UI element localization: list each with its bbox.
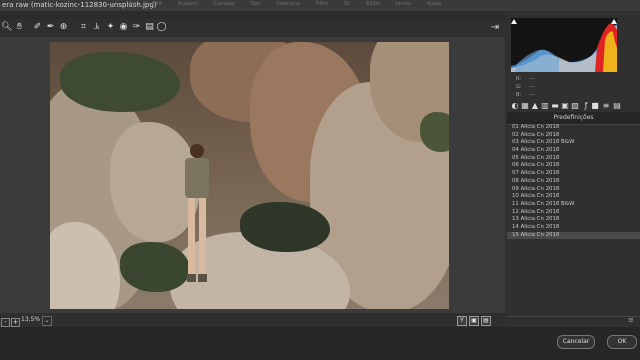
before-after-y-button[interactable]: Y xyxy=(457,316,467,326)
white-balance-icon[interactable]: ✐ xyxy=(32,22,43,33)
tone-curve-tab-icon[interactable]: ▦ xyxy=(521,102,529,110)
preset-item[interactable]: 02 Alicia Cn 2018 xyxy=(507,132,640,140)
basic-tab-icon[interactable]: ◐ xyxy=(511,102,519,110)
ok-button[interactable]: OK xyxy=(607,335,637,349)
camera-calibration-tab-icon[interactable]: ■ xyxy=(591,102,599,110)
panel-tabs: ◐ ▦ ▲ ▥ ▬ ▣ ▧ ƒ ■ ≡ ▤ xyxy=(509,101,637,112)
graduated-filter-icon[interactable]: ▤ xyxy=(144,22,155,33)
preset-list: 01 Alicia Cn 2018 02 Alicia Cn 2018 03 A… xyxy=(507,124,640,240)
preset-item[interactable]: 13 Alicia Cn 2018 xyxy=(507,216,640,224)
preview-image xyxy=(50,42,449,309)
zoom-out-button[interactable]: - xyxy=(1,318,10,327)
rgb-readout-b: B: --- xyxy=(516,92,535,98)
presets-tab-icon[interactable]: ≡ xyxy=(602,102,610,110)
spot-removal-icon[interactable]: ✦ xyxy=(105,22,116,33)
preset-item[interactable]: 09 Alicia Cn 2018 xyxy=(507,186,640,194)
panel-menu-icon[interactable]: ≡ xyxy=(628,316,638,324)
tool-bar xyxy=(0,19,505,37)
menu-item[interactable]: Tipo xyxy=(250,1,261,7)
crop-icon[interactable]: ⌗ xyxy=(78,22,89,33)
preset-item[interactable]: 10 Alicia Cn 2018 xyxy=(507,193,640,201)
radial-filter-icon[interactable]: ◯ xyxy=(156,22,167,33)
zoom-level: 13,5% xyxy=(21,316,41,323)
panel-divider xyxy=(507,316,640,317)
background-menu: Arq Edit Imagem Camada Tipo Seleciona Fi… xyxy=(128,1,455,7)
preset-item[interactable]: 06 Alicia Cn 2018 xyxy=(507,162,640,170)
preset-item[interactable]: 03 Alicia Cn 2018 B&W xyxy=(507,139,640,147)
menu-item[interactable]: Seleciona xyxy=(276,1,300,7)
zoom-in-button[interactable]: + xyxy=(11,318,20,327)
menu-item[interactable]: Exibir xyxy=(366,1,380,7)
menu-item[interactable]: Janela xyxy=(396,1,411,7)
view-mode-button[interactable]: ▣ xyxy=(469,316,479,326)
targeted-adjustment-icon[interactable]: ⊕ xyxy=(58,22,69,33)
preset-item-selected[interactable]: 15 Alicia Cn 2018 xyxy=(507,231,640,240)
preset-item[interactable]: 14 Alicia Cn 2018 xyxy=(507,224,640,232)
color-sampler-icon[interactable]: ✒ xyxy=(45,22,56,33)
detail-tab-icon[interactable]: ▲ xyxy=(531,102,539,110)
red-eye-icon[interactable]: ◉ xyxy=(118,22,129,33)
transform-tab-icon[interactable]: ▧ xyxy=(571,102,579,110)
hand-icon[interactable]: ✋︎ xyxy=(14,22,25,33)
effects-tab-icon[interactable]: ƒ xyxy=(582,102,590,110)
zoom-dropdown[interactable]: ⌄ xyxy=(42,316,52,326)
cancel-button[interactable]: Cancelar xyxy=(557,335,595,349)
zoom-icon[interactable]: 🔍︎ xyxy=(1,22,12,33)
preset-item[interactable]: 12 Alicia Cn 2018 xyxy=(507,209,640,217)
lens-corrections-tab-icon[interactable]: ▣ xyxy=(561,102,569,110)
adjustment-brush-icon[interactable]: ✑ xyxy=(131,22,142,33)
highlight-clipping-warning-icon[interactable] xyxy=(611,19,617,24)
histogram xyxy=(511,18,617,72)
rgb-readout-g: G: --- xyxy=(516,84,535,90)
straighten-icon[interactable]: ⫡ xyxy=(91,22,102,33)
menu-item[interactable]: Camada xyxy=(214,1,235,7)
snapshots-tab-icon[interactable]: ▤ xyxy=(613,102,621,110)
preset-item[interactable]: 05 Alicia Cn 2018 xyxy=(507,155,640,163)
menu-item[interactable]: Filtro xyxy=(316,1,328,7)
menu-item[interactable]: 3D xyxy=(344,1,351,7)
rgb-readout-r: R: --- xyxy=(516,76,535,82)
dialog-footer xyxy=(0,327,640,360)
preset-item[interactable]: 11 Alicia Cn 2018 B&W xyxy=(507,201,640,209)
preset-item[interactable]: 04 Alicia Cn 2018 xyxy=(507,147,640,155)
status-bar xyxy=(0,313,505,327)
preset-item[interactable]: 07 Alicia Cn 2018 xyxy=(507,170,640,178)
title-bar: era raw (matic-kozinc-112830-unsplash.jp… xyxy=(0,0,640,11)
shadow-clipping-warning-icon[interactable] xyxy=(511,19,517,24)
menu-item[interactable]: Imagem xyxy=(177,1,198,7)
hsl-tab-icon[interactable]: ▥ xyxy=(541,102,549,110)
menu-item[interactable]: Arq xyxy=(128,1,137,7)
preset-item[interactable]: 08 Alicia Cn 2018 xyxy=(507,178,640,186)
preset-item[interactable]: 01 Alicia Cn 2018 xyxy=(507,124,640,132)
view-settings-button[interactable]: ▤ xyxy=(481,316,491,326)
export-icon[interactable]: ⇥ xyxy=(489,22,501,34)
menu-item[interactable]: Ajuda xyxy=(427,1,441,7)
split-toning-tab-icon[interactable]: ▬ xyxy=(551,102,559,110)
menu-item[interactable]: Edit xyxy=(152,1,162,7)
